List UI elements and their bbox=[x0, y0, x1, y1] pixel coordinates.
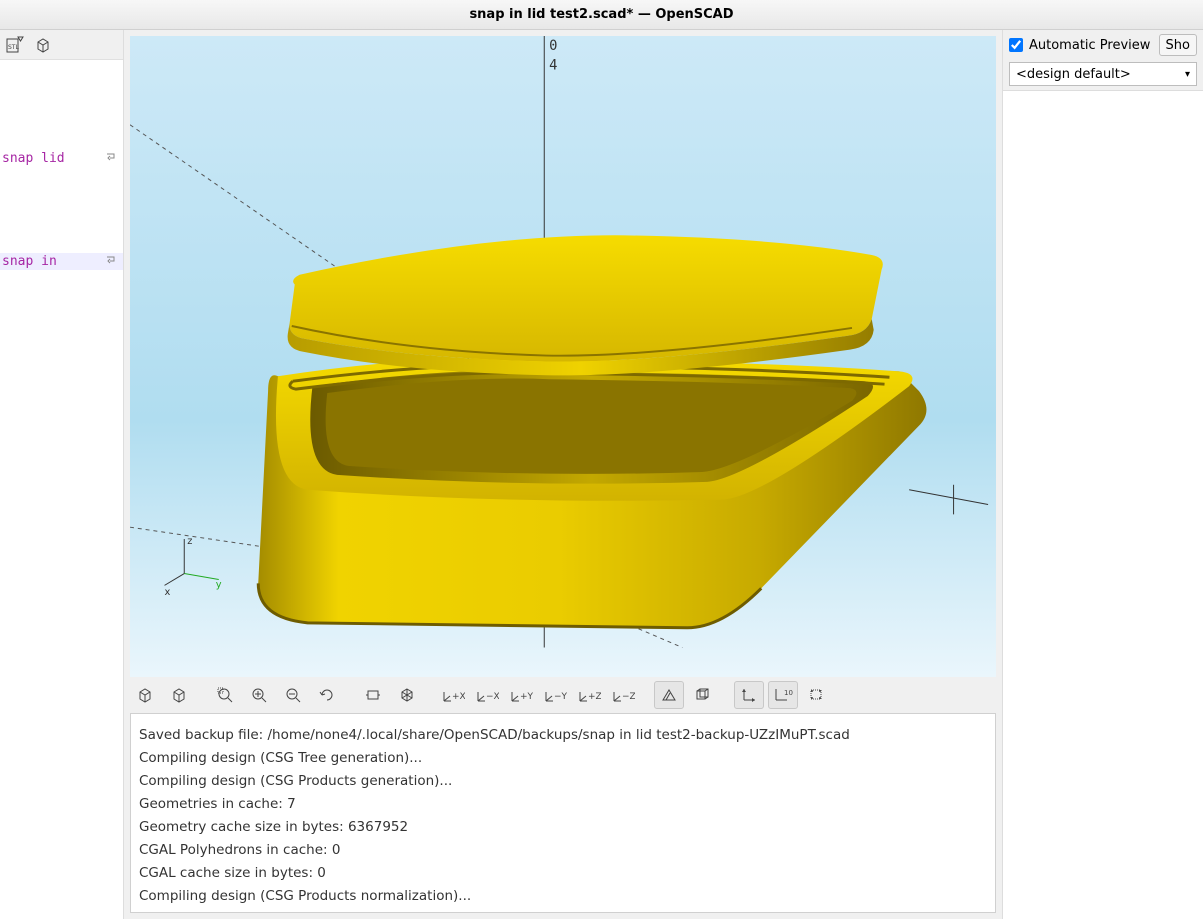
console-line: Compiling design (CSG Products generatio… bbox=[139, 770, 987, 793]
editor-panel: STL snap lid snap in bbox=[0, 30, 124, 919]
chevron-down-icon: ▾ bbox=[1185, 69, 1190, 80]
show-details-button[interactable]: Sho bbox=[1159, 34, 1197, 56]
zoom-in-icon[interactable] bbox=[244, 681, 274, 709]
code-editor[interactable]: snap lid snap in bbox=[0, 60, 123, 919]
svg-text:+Y: +Y bbox=[520, 692, 533, 702]
console-line: Compiling design (CSG Products normaliza… bbox=[139, 885, 987, 908]
svg-text:10: 10 bbox=[784, 689, 793, 697]
button-label: Sho bbox=[1166, 38, 1190, 53]
console-line: Saved backup file: /home/none4/.local/sh… bbox=[139, 724, 987, 747]
zoom-region-icon[interactable] bbox=[210, 681, 240, 709]
code-token: snap lid bbox=[2, 151, 65, 166]
customizer-body bbox=[1003, 90, 1203, 919]
svg-text:y: y bbox=[216, 579, 222, 590]
editor-line[interactable]: snap lid bbox=[0, 150, 123, 167]
wrap-indicator-icon bbox=[105, 151, 117, 163]
svg-text:+X: +X bbox=[452, 692, 465, 702]
axis-pz-icon[interactable]: +Z bbox=[574, 681, 604, 709]
console-line: Compiling design (CSG Tree generation)..… bbox=[139, 747, 987, 770]
svg-text:4: 4 bbox=[549, 58, 557, 74]
main-layout: STL snap lid snap in bbox=[0, 30, 1203, 919]
axis-nz-icon[interactable]: −Z bbox=[608, 681, 638, 709]
svg-text:−Y: −Y bbox=[554, 692, 567, 702]
window-title: snap in lid test2.scad* — OpenSCAD bbox=[469, 7, 733, 22]
orthogonal-icon[interactable] bbox=[688, 681, 718, 709]
export-stl-icon[interactable]: STL bbox=[6, 36, 24, 54]
wrap-indicator-icon bbox=[105, 254, 117, 266]
console-panel[interactable]: Saved backup file: /home/none4/.local/sh… bbox=[130, 713, 996, 913]
editor-line[interactable]: snap in bbox=[0, 253, 123, 270]
3d-viewport[interactable]: 0 4 0 z y x bbox=[130, 36, 996, 677]
combo-value: <design default> bbox=[1016, 67, 1131, 82]
svg-text:−X: −X bbox=[486, 692, 499, 702]
svg-text:+Z: +Z bbox=[588, 692, 601, 702]
auto-preview-label: Automatic Preview bbox=[1029, 38, 1153, 53]
show-axes-icon[interactable] bbox=[734, 681, 764, 709]
axis-px-icon[interactable]: +X bbox=[438, 681, 468, 709]
preset-combobox[interactable]: <design default> ▾ bbox=[1009, 62, 1197, 86]
perspective-icon[interactable] bbox=[654, 681, 684, 709]
rotate-icon[interactable] bbox=[312, 681, 342, 709]
svg-text:x: x bbox=[165, 587, 171, 598]
svg-text:z: z bbox=[187, 536, 192, 547]
center-column: 0 4 0 z y x bbox=[124, 30, 1002, 919]
console-line: CGAL cache size in bytes: 0 bbox=[139, 862, 987, 885]
svg-text:STL: STL bbox=[8, 44, 19, 51]
window-titlebar: snap in lid test2.scad* — OpenSCAD bbox=[0, 0, 1203, 30]
code-token: snap in bbox=[2, 254, 57, 269]
zoom-out-icon[interactable] bbox=[278, 681, 308, 709]
show-crosshair-icon[interactable] bbox=[802, 681, 832, 709]
customizer-header: Automatic Preview Sho bbox=[1003, 30, 1203, 60]
viewport-toolbar: +X −X +Y −Y +Z −Z 10 bbox=[124, 677, 1002, 713]
render-cube-icon[interactable] bbox=[164, 681, 194, 709]
customizer-panel: Automatic Preview Sho <design default> ▾ bbox=[1002, 30, 1203, 919]
axis-ny-icon[interactable]: −Y bbox=[540, 681, 570, 709]
svg-text:−Z: −Z bbox=[622, 692, 635, 702]
console-line: Geometries in cache: 7 bbox=[139, 793, 987, 816]
svg-text:0: 0 bbox=[549, 38, 557, 54]
show-scale-icon[interactable]: 10 bbox=[768, 681, 798, 709]
fit-icon[interactable] bbox=[358, 681, 388, 709]
preview-cube-icon[interactable] bbox=[130, 681, 160, 709]
auto-preview-checkbox[interactable] bbox=[1009, 38, 1023, 52]
axis-nx-icon[interactable]: −X bbox=[472, 681, 502, 709]
reset-view-icon[interactable] bbox=[392, 681, 422, 709]
console-line: Geometry cache size in bytes: 6367952 bbox=[139, 816, 987, 839]
console-line: CGAL Polyhedrons in cache: 0 bbox=[139, 839, 987, 862]
export-3d-icon[interactable] bbox=[34, 36, 52, 54]
editor-toolbar: STL bbox=[0, 30, 123, 60]
axis-py-icon[interactable]: +Y bbox=[506, 681, 536, 709]
